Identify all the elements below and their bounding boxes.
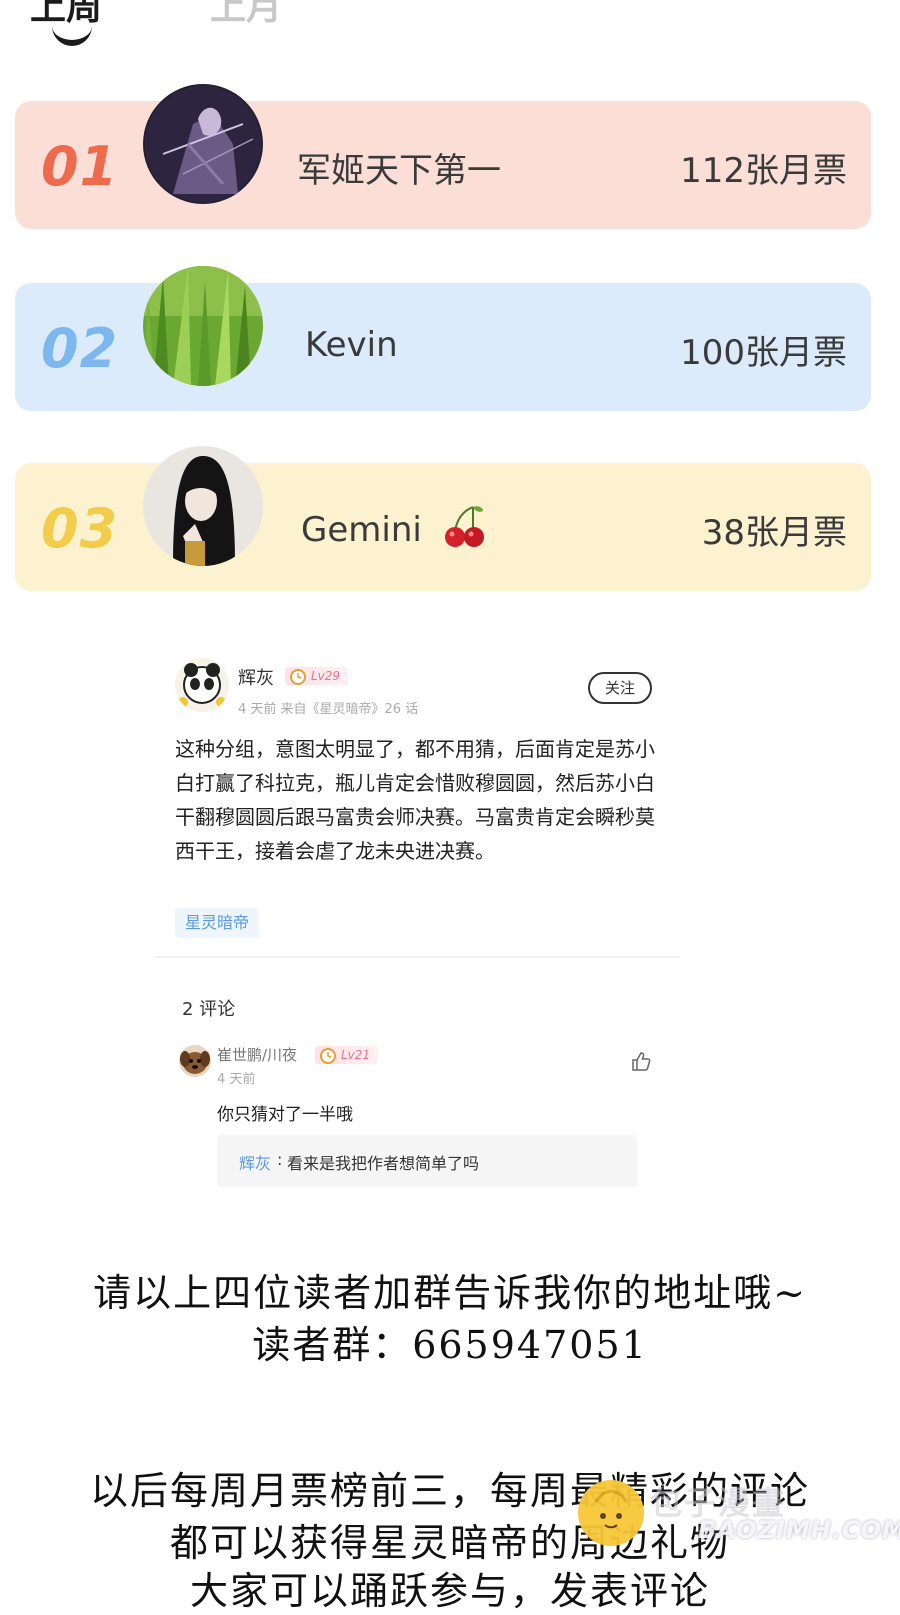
follow-button[interactable]: 关注	[588, 672, 652, 704]
period-tabs: 上周 上月	[0, 0, 900, 60]
comment-body: 这种分组，意图太明显了，都不用猜，后面肯定是苏小白打赢了科拉克，瓶儿肯定会惜败穆…	[175, 737, 655, 863]
reader-name: Gemini	[301, 510, 422, 550]
cherry-icon	[443, 505, 485, 558]
avatar[interactable]	[143, 446, 263, 566]
comment-meta: 4 天前 来自《星灵暗帝》26 话	[238, 702, 419, 717]
note-line-2: 读者群：665947051	[252, 1323, 648, 1367]
comment-count: 2 评论	[182, 999, 236, 1020]
avatar[interactable]	[143, 84, 263, 204]
level-badge: Lv21	[315, 1046, 379, 1064]
rank-row-1[interactable]: 01 军姬天下第一 112张月票	[15, 84, 871, 229]
reader-name: Kevin	[305, 325, 398, 365]
rank-row-3[interactable]: 03 Gemini 38张月票	[15, 446, 871, 591]
reply-time: 4 天前	[217, 1072, 256, 1087]
rank-number: 01	[41, 135, 119, 198]
divider	[155, 956, 680, 958]
level-badge: Lv29	[285, 667, 349, 685]
rank-row-2[interactable]: 02 Kevin 100张月票	[15, 266, 871, 411]
reply-author[interactable]: 崔世鹏/川夜	[217, 1044, 297, 1065]
thumbs-up-icon[interactable]	[630, 1050, 652, 1076]
avatar[interactable]	[179, 1045, 211, 1077]
avatar[interactable]	[175, 658, 229, 712]
mascot-icon	[578, 1480, 644, 1546]
reader-name-row: Gemini	[301, 505, 485, 558]
rank-number: 02	[41, 317, 119, 380]
vote-count: 38张月票	[701, 513, 847, 553]
reply-text: 你只猜对了一半哦	[217, 1105, 353, 1125]
colon-separator: :	[277, 1150, 283, 1169]
clock-icon	[289, 667, 307, 690]
quoted-reply[interactable]: 辉灰 : 看来是我把作者想简单了吗	[217, 1135, 637, 1187]
note-line-1: 请以上四位读者加群告诉我你的地址哦~	[93, 1271, 807, 1315]
active-tab-indicator	[52, 26, 92, 46]
clock-icon	[319, 1046, 337, 1069]
vote-count: 112张月票	[680, 151, 847, 191]
reader-name: 军姬天下第一	[297, 151, 501, 191]
quote-author[interactable]: 辉灰	[239, 1150, 271, 1174]
watermark: 包子漫畫 BAOZIMH.COM	[578, 1470, 900, 1580]
comment-author[interactable]: 辉灰	[238, 664, 274, 690]
tab-last-month[interactable]: 上月	[210, 0, 282, 30]
topic-tag[interactable]: 星灵暗帝	[175, 908, 260, 938]
rank-number: 03	[41, 497, 119, 560]
quote-text: 看来是我把作者想简单了吗	[287, 1154, 480, 1173]
watermark-url: BAOZIMH.COM	[698, 1516, 900, 1544]
vote-count: 100张月票	[680, 333, 847, 373]
avatar[interactable]	[143, 266, 263, 386]
